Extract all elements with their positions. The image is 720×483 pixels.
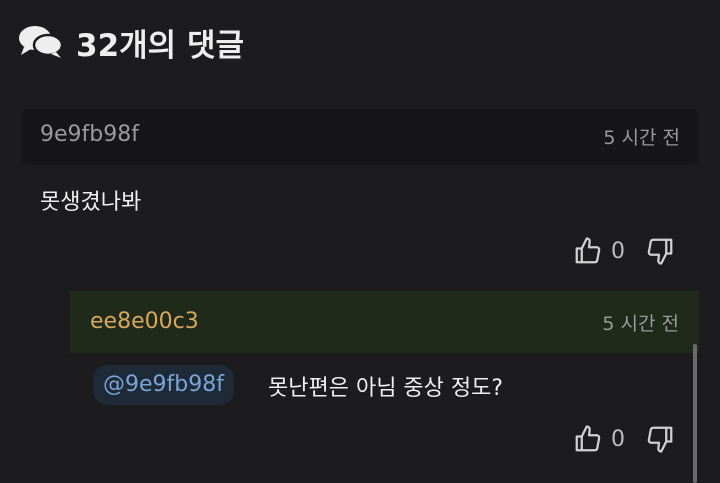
comment-text: 못생겼나봐 — [40, 190, 142, 215]
scrollbar[interactable] — [693, 344, 697, 483]
comments-icon — [18, 23, 64, 63]
thumbs-up-icon — [575, 425, 601, 452]
reply-author[interactable]: ee8e00c3 — [90, 309, 199, 334]
reply-like-count: 0 — [611, 426, 625, 452]
like-button[interactable] — [573, 236, 603, 266]
comment-vote-bar: 0 — [573, 236, 675, 266]
reply-header: ee8e00c3 5 시간 전 — [70, 291, 699, 353]
comment-time: 5 시간 전 — [603, 127, 680, 149]
thumbs-down-icon — [647, 238, 673, 265]
mention-tag[interactable]: @9e9fb98f — [93, 365, 234, 405]
comment-author[interactable]: 9e9fb98f — [40, 122, 139, 147]
dislike-button[interactable] — [645, 236, 675, 266]
reply-dislike-button[interactable] — [645, 424, 675, 454]
reply-time: 5 시간 전 — [602, 313, 679, 335]
thumbs-down-icon — [647, 426, 673, 453]
comments-header: 32개의 댓글 — [18, 20, 244, 65]
like-count: 0 — [611, 238, 625, 264]
comment-header: 9e9fb98f 5 시간 전 — [22, 109, 698, 165]
reply-text: 못난편은 아님 중상 정도? — [268, 376, 504, 401]
thumbs-up-icon — [575, 237, 601, 264]
reply-vote-bar: 0 — [573, 424, 675, 454]
reply-like-button[interactable] — [573, 424, 603, 454]
comments-count-title: 32개의 댓글 — [76, 28, 245, 64]
